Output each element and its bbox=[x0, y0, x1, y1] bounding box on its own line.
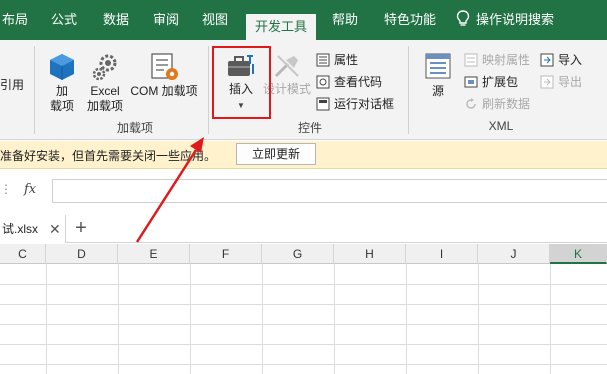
search-label: 操作说明搜索 bbox=[476, 12, 555, 27]
export-label: 导出 bbox=[558, 75, 583, 89]
com-addins-button[interactable]: COM 加载项 bbox=[128, 52, 200, 99]
cube-icon bbox=[50, 54, 74, 80]
column-header-h[interactable]: H bbox=[334, 244, 406, 264]
insert-highlight-box bbox=[212, 46, 271, 119]
workbook-name: 试.xlsx bbox=[2, 222, 39, 236]
formula-controls: ⋮ fx bbox=[0, 176, 52, 206]
formula-bar: ⋮ fx bbox=[0, 176, 607, 206]
workbook-tabs: 试.xlsx ✕ + bbox=[0, 215, 607, 243]
group-separator bbox=[408, 46, 409, 134]
run-dialog-label: 运行对话框 bbox=[334, 97, 395, 111]
update-now-button[interactable]: 立即更新 bbox=[236, 143, 316, 165]
grid-line bbox=[262, 264, 263, 374]
tab-layout[interactable]: 布局 bbox=[0, 0, 30, 40]
tab-formulas[interactable]: 公式 bbox=[44, 0, 84, 40]
refresh-data-button[interactable]: 刷新数据 bbox=[464, 94, 530, 114]
grid-line bbox=[0, 364, 607, 365]
com-addins-label: COM 加载项 bbox=[130, 84, 198, 98]
column-header-d[interactable]: D bbox=[46, 244, 118, 264]
column-header-i[interactable]: I bbox=[406, 244, 478, 264]
xml-source-icon bbox=[425, 53, 451, 79]
controls-group-label: 控件 bbox=[297, 121, 322, 135]
properties-button[interactable]: 属性 bbox=[316, 50, 358, 70]
new-workbook-button[interactable]: + bbox=[70, 215, 92, 243]
grid-line bbox=[334, 264, 335, 374]
tab-view[interactable]: 视图 bbox=[195, 0, 235, 40]
import-button[interactable]: 导入 bbox=[540, 50, 582, 70]
com-addins-icon bbox=[151, 53, 178, 80]
properties-icon bbox=[316, 53, 330, 67]
grid-line bbox=[118, 264, 119, 374]
column-header-g[interactable]: G bbox=[262, 244, 334, 264]
column-header-e[interactable]: E bbox=[118, 244, 190, 264]
grid-line bbox=[550, 264, 551, 374]
run-dialog-icon bbox=[316, 97, 330, 111]
group-separator bbox=[34, 46, 35, 134]
close-icon[interactable]: ✕ bbox=[49, 215, 61, 243]
grid-line bbox=[46, 264, 47, 374]
ribbon-tab-bar: 布局 公式 数据 审阅 视图 开发工具 帮助 特色功能 操作说明搜索 bbox=[0, 0, 607, 40]
design-mode-icon bbox=[274, 55, 299, 78]
excel-addins-button[interactable]: Excel 加载项 bbox=[84, 52, 126, 114]
export-button[interactable]: 导出 bbox=[540, 72, 582, 92]
tab-data[interactable]: 数据 bbox=[96, 0, 136, 40]
view-code-label: 查看代码 bbox=[334, 75, 383, 89]
cell-grid[interactable] bbox=[0, 264, 607, 374]
formula-input[interactable] bbox=[52, 179, 607, 203]
tab-help[interactable]: 帮助 bbox=[325, 0, 365, 40]
group-separator bbox=[208, 46, 209, 134]
tab-review[interactable]: 审阅 bbox=[146, 0, 186, 40]
tab-developer[interactable]: 开发工具 bbox=[246, 14, 316, 40]
column-header-j[interactable]: J bbox=[478, 244, 550, 264]
excel-addins-label-2: 加载项 bbox=[86, 99, 123, 113]
gear-icon bbox=[92, 54, 117, 81]
addins-label-2: 载项 bbox=[49, 99, 74, 113]
ribbon-body: 引用 加 载项 Excel 加载项 COM 加载项 加载项 插入 ▼ 设计模式 … bbox=[0, 40, 607, 140]
expansion-packs-button[interactable]: 扩展包 bbox=[464, 72, 518, 92]
grid-line bbox=[0, 304, 607, 305]
lightbulb-icon bbox=[456, 10, 470, 26]
addins-button[interactable]: 加 载项 bbox=[44, 52, 80, 114]
grid-line bbox=[406, 264, 407, 374]
export-icon bbox=[540, 75, 554, 89]
tell-me-search[interactable]: 操作说明搜索 bbox=[456, 0, 554, 40]
xml-source-label: 源 bbox=[431, 84, 444, 98]
refresh-data-label: 刷新数据 bbox=[482, 97, 531, 111]
tab-features[interactable]: 特色功能 bbox=[375, 0, 445, 40]
map-properties-icon bbox=[464, 53, 478, 67]
grid-line bbox=[0, 344, 607, 345]
grid-line bbox=[190, 264, 191, 374]
view-code-button[interactable]: 查看代码 bbox=[316, 72, 382, 92]
column-header-f[interactable]: F bbox=[190, 244, 262, 264]
column-headers: C D E F G H I J K bbox=[0, 244, 607, 264]
workbook-tab[interactable]: 试.xlsx ✕ bbox=[0, 215, 66, 243]
properties-label: 属性 bbox=[334, 53, 359, 67]
refresh-icon bbox=[466, 98, 476, 109]
expansion-packs-icon bbox=[464, 76, 478, 88]
message-text: 准备好安装，但首先需要关闭一些应用。 bbox=[0, 149, 217, 163]
addins-group-label: 加载项 bbox=[116, 121, 153, 135]
grid-line bbox=[0, 284, 607, 285]
grid-line bbox=[0, 324, 607, 325]
xml-source-button[interactable]: 源 bbox=[420, 52, 456, 99]
fx-button[interactable]: fx bbox=[24, 182, 36, 197]
map-properties-button[interactable]: 映射属性 bbox=[464, 50, 530, 70]
run-dialog-button[interactable]: 运行对话框 bbox=[316, 94, 394, 114]
grid-line bbox=[478, 264, 479, 374]
column-header-c[interactable]: C bbox=[0, 244, 46, 264]
message-bar: 准备好安装，但首先需要关闭一些应用。 立即更新 bbox=[0, 141, 607, 169]
map-properties-label: 映射属性 bbox=[482, 53, 531, 67]
import-icon bbox=[540, 53, 554, 67]
excel-addins-label-1: Excel bbox=[90, 84, 120, 98]
view-code-icon bbox=[316, 75, 330, 89]
expansion-packs-label: 扩展包 bbox=[482, 75, 519, 89]
xml-group-label: XML bbox=[488, 119, 514, 133]
import-label: 导入 bbox=[558, 53, 583, 67]
more-options-icon[interactable]: ⋮ bbox=[0, 182, 12, 196]
addins-label-1: 加 bbox=[55, 84, 68, 98]
column-header-k[interactable]: K bbox=[550, 244, 607, 264]
references-partial-label[interactable]: 引用 bbox=[0, 75, 24, 95]
